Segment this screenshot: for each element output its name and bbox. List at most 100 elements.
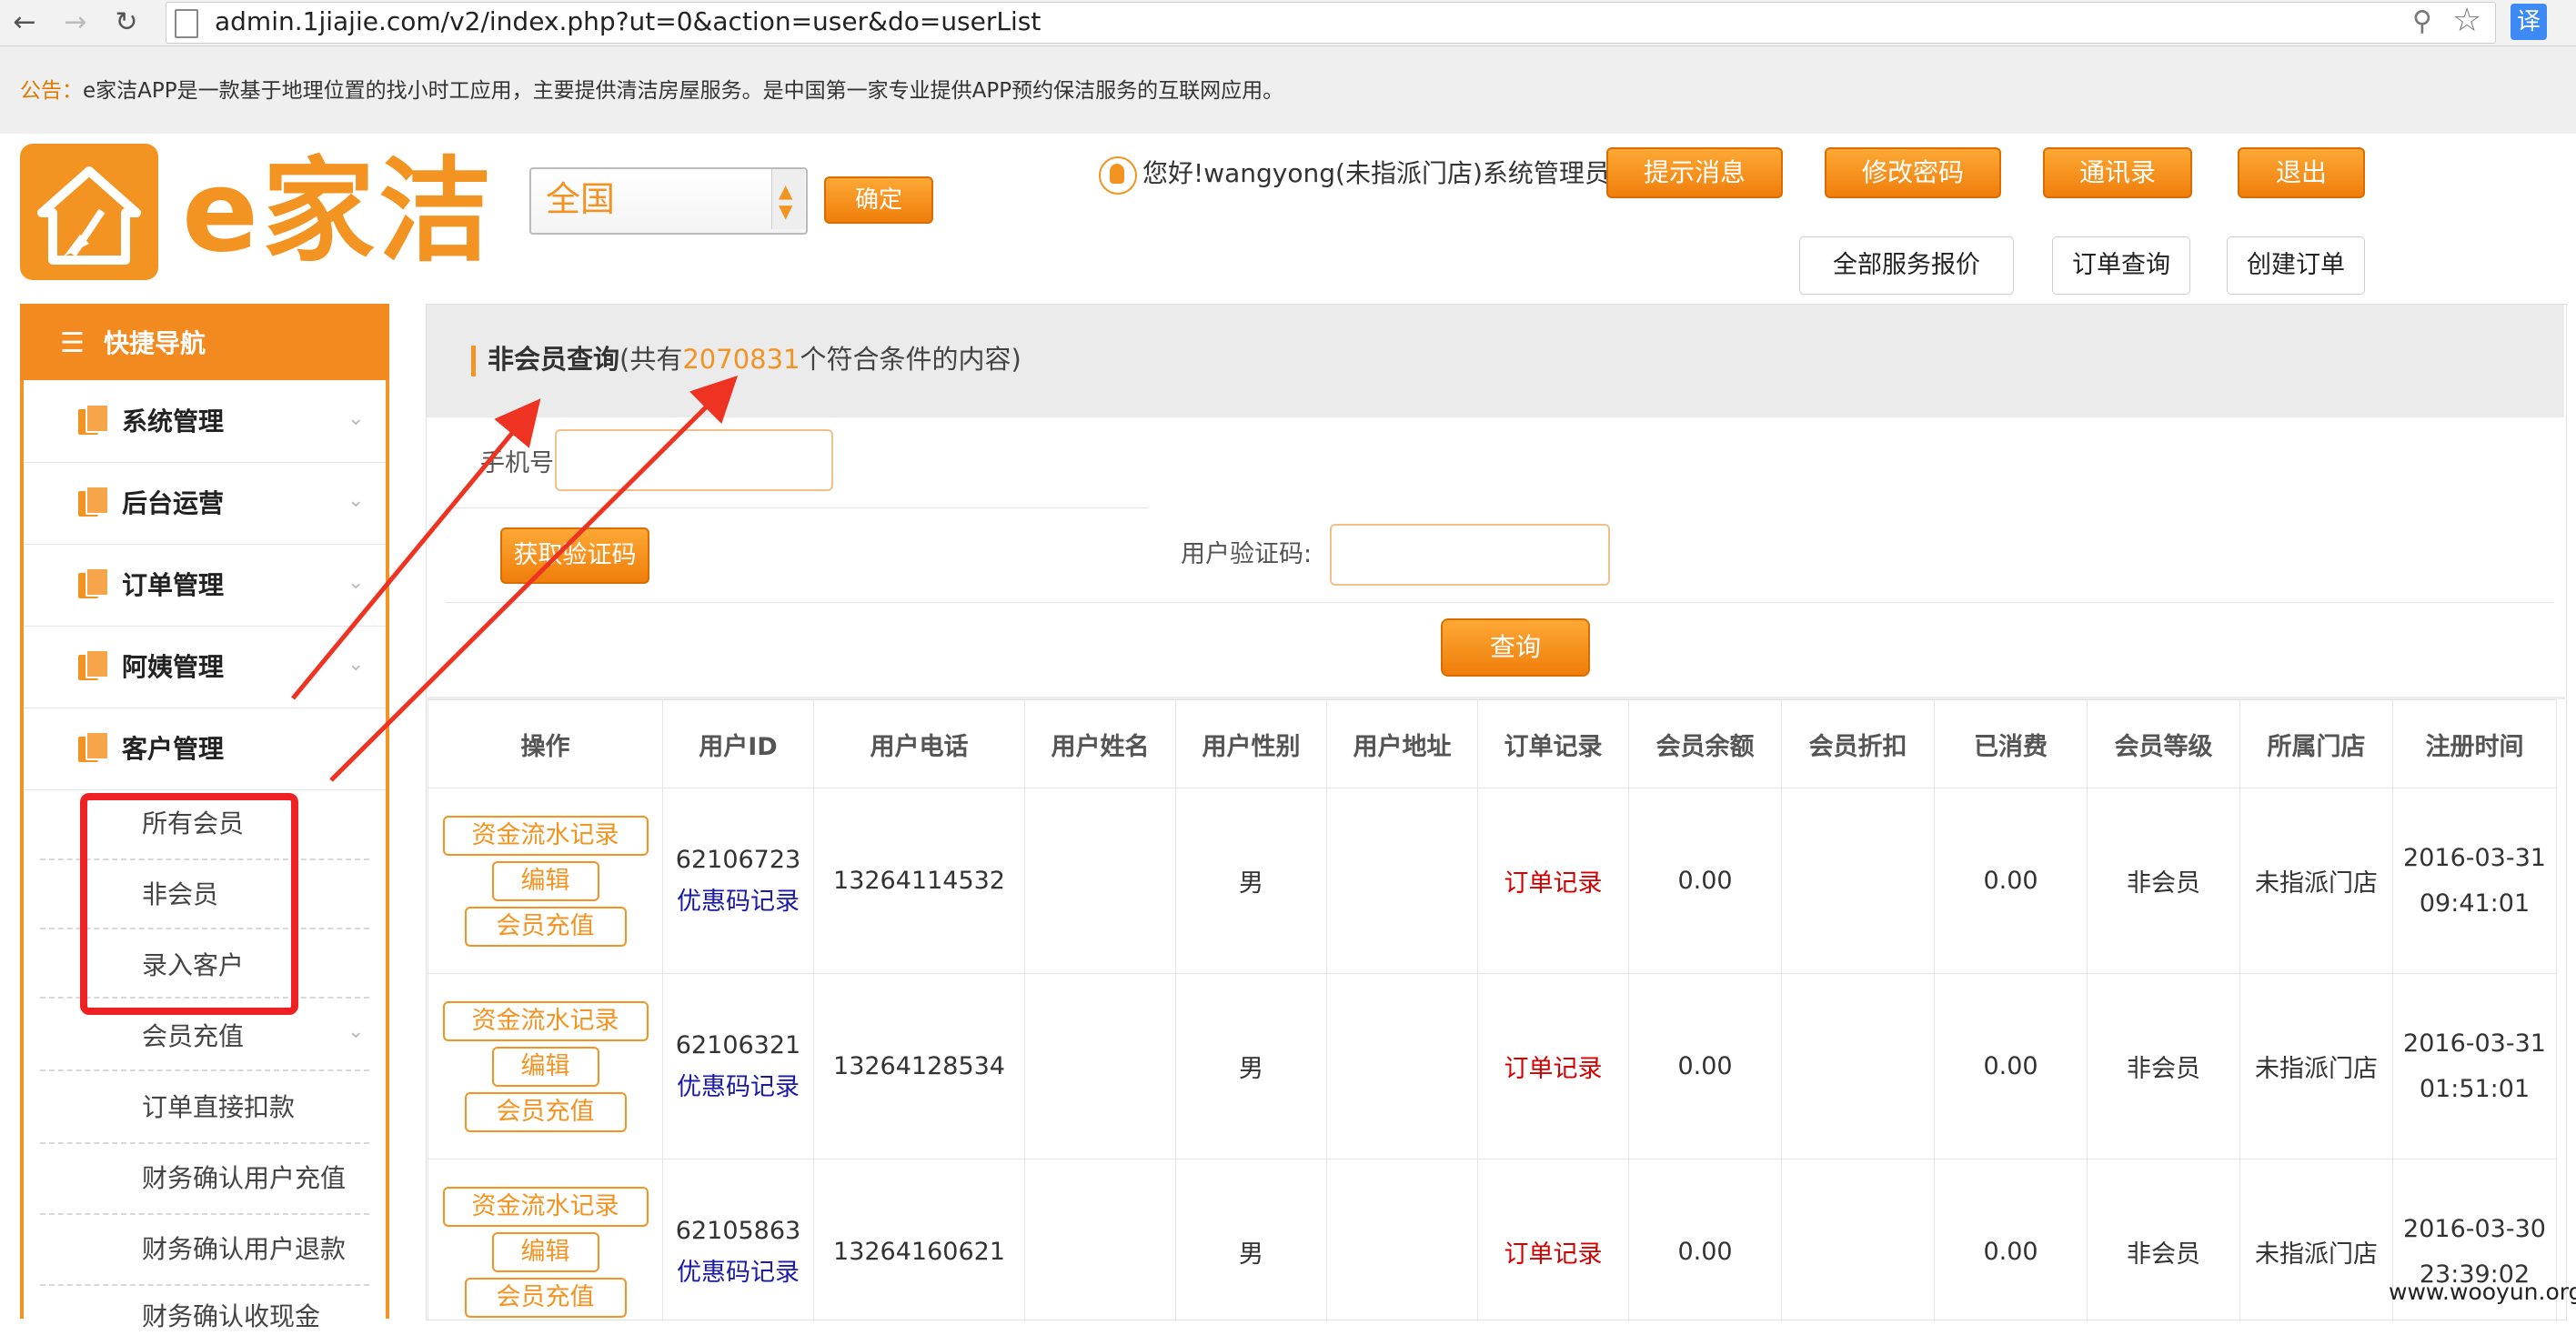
sidebar-item-label: 客户管理 [122,734,225,764]
contacts-button[interactable]: 通讯录 [2043,147,2192,198]
notice-label: 公告： [20,79,83,103]
sidebar-title: 快捷导航 [104,328,206,358]
get-code-button[interactable]: 获取验证码 [500,527,649,584]
operations-cell: 资金流水记录 编辑 会员充值 [428,788,663,974]
star-icon[interactable]: ☆ [2452,2,2481,39]
user-name [1024,1159,1176,1321]
order-record-cell: 订单记录 [1477,973,1629,1159]
coupon-record-link[interactable]: 优惠码记录 [663,1067,813,1102]
reload-icon[interactable]: ↻ [107,4,146,42]
list-icon: ☰ [60,327,85,359]
page-icon [175,9,198,38]
document-icon [78,404,109,435]
column-header: 所属门店 [2239,699,2393,788]
user-id: 62106723 [675,845,801,874]
region-value: 全国 [546,179,616,219]
user-phone: 13264160621 [813,1159,1025,1321]
edit-button[interactable]: 编辑 [491,1231,599,1272]
edit-button[interactable]: 编辑 [491,1046,599,1087]
member-level: 非会员 [2087,1159,2240,1321]
spent-amount: 0.00 [1934,1159,2088,1321]
phone-input[interactable] [555,429,833,491]
chevron-down-icon: ⌄ [347,571,365,594]
notify-button[interactable]: 提示消息 [1606,147,1783,198]
sidebar-subitem-label: 订单直接扣款 [142,1092,296,1122]
url-text[interactable]: admin.1jiajie.com/v2/index.php?ut=0&acti… [215,5,1041,38]
chevron-down-icon: ⌄ [347,653,365,676]
store-name: 未指派门店 [2239,973,2393,1159]
document-icon [78,649,109,680]
user-table-container: 操作 用户ID 用户电话 用户姓名 用户性别 用户地址 订单记录 会员余额 会员… [428,697,2565,1321]
user-id-cell: 62106723 优惠码记录 [662,788,814,974]
recharge-button[interactable]: 会员充值 [464,1091,627,1132]
sidebar-subitem-label: 财务确认收现金 [142,1301,321,1331]
member-discount [1781,788,1935,974]
user-gender: 男 [1175,788,1327,974]
chevron-up-icon: ▲ [779,180,793,202]
coupon-record-link[interactable]: 优惠码记录 [663,1252,813,1288]
table-row: 资金流水记录 编辑 会员充值 62106321 优惠码记录 13264128534… [428,973,2557,1159]
house-broom-icon [37,166,141,265]
fund-flow-button[interactable]: 资金流水记录 [442,1186,649,1227]
arrow-left-icon[interactable]: ← [5,4,44,42]
member-discount [1781,1159,1935,1321]
notice-content: e家洁APP是一款基于地理位置的找小时工应用，主要提供清洁房屋服务。是中国第一家… [83,79,1284,103]
user-gender: 男 [1175,1159,1327,1321]
document-icon [78,731,109,762]
store-name: 未指派门店 [2239,1159,2393,1321]
column-header: 注册时间 [2392,699,2557,788]
user-gender: 男 [1175,973,1327,1159]
coupon-record-link[interactable]: 优惠码记录 [663,881,813,917]
logout-button[interactable]: 退出 [2238,147,2365,198]
recharge-button[interactable]: 会员充值 [464,906,627,947]
user-address [1326,1159,1478,1321]
column-header: 用户姓名 [1024,699,1176,788]
user-name [1024,788,1176,974]
verification-code-input[interactable] [1330,524,1610,586]
member-balance: 0.00 [1628,973,1782,1159]
greeting-text: 您好!wangyong(未指派门店)系统管理员 [1142,158,1610,188]
user-address [1326,973,1478,1159]
divider [446,602,2554,603]
sidebar-item-label: 后台运营 [122,488,225,518]
create-order-button[interactable]: 创建订单 [2227,236,2365,295]
arrow-right-icon[interactable]: → [56,4,95,42]
column-header: 用户电话 [813,699,1025,788]
order-record-link[interactable]: 订单记录 [1504,1055,1603,1083]
user-table: 操作 用户ID 用户电话 用户姓名 用户性别 用户地址 订单记录 会员余额 会员… [428,699,2557,1321]
order-record-link[interactable]: 订单记录 [1504,869,1603,898]
column-header: 订单记录 [1477,699,1629,788]
member-level: 非会员 [2087,973,2240,1159]
column-header: 用户地址 [1326,699,1478,788]
fund-flow-button[interactable]: 资金流水记录 [442,815,649,856]
edit-button[interactable]: 编辑 [491,860,599,901]
table-row: 资金流水记录 编辑 会员充值 62106723 优惠码记录 13264114532… [428,788,2557,974]
confirm-button[interactable]: 确定 [824,176,933,224]
spent-amount: 0.00 [1934,973,2088,1159]
recharge-button[interactable]: 会员充值 [464,1277,627,1318]
sidebar-item-label: 订单管理 [122,570,225,600]
count-prefix: (共有 [619,344,683,375]
user-phone: 13264128534 [813,973,1025,1159]
register-time: 2016-03-31 01:51:01 [2392,973,2557,1159]
member-balance: 0.00 [1628,788,1782,974]
document-icon [78,567,109,598]
key-icon[interactable]: ⚲ [2412,5,2432,37]
member-discount [1781,973,1935,1159]
query-button[interactable]: 查询 [1441,618,1590,677]
order-query-button[interactable]: 订单查询 [2052,236,2190,295]
phone-label: 手机号 [480,449,554,477]
order-record-link[interactable]: 订单记录 [1504,1240,1603,1269]
fund-flow-button[interactable]: 资金流水记录 [442,1000,649,1041]
sidebar-subitem-label: 会员充值 [142,1021,245,1051]
member-balance: 0.00 [1628,1159,1782,1321]
order-record-cell: 订单记录 [1477,1159,1629,1321]
price-list-button[interactable]: 全部服务报价 [1799,236,2014,295]
page-title: 非会员查询(共有2070831个符合条件的内容) [488,338,1021,380]
column-header: 用户性别 [1175,699,1327,788]
column-header: 会员等级 [2087,699,2240,788]
change-password-button[interactable]: 修改密码 [1825,147,2001,198]
page-title-text: 非会员查询 [488,344,620,375]
count-suffix: 个符合条件的内容) [800,344,1021,375]
translate-icon[interactable]: 译 [2511,4,2547,40]
